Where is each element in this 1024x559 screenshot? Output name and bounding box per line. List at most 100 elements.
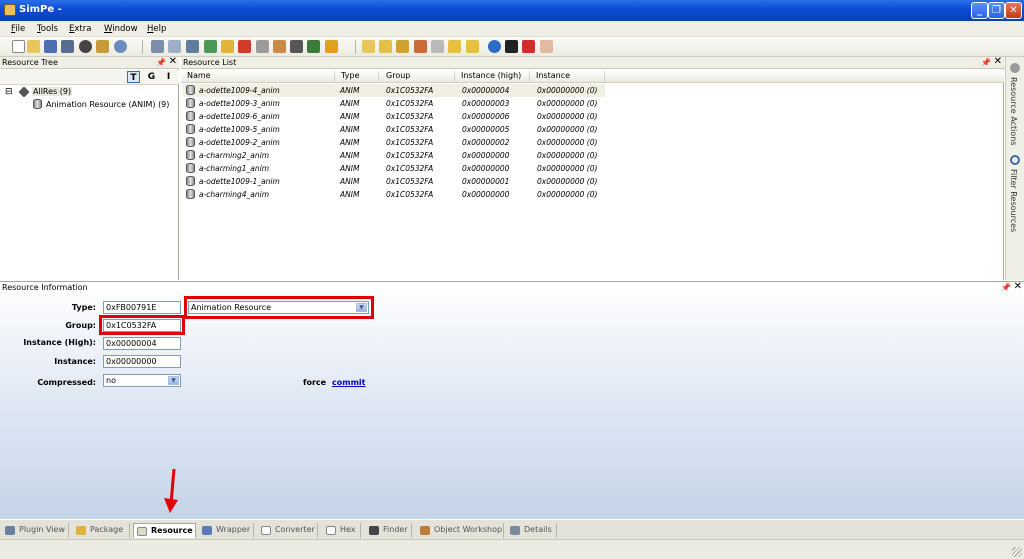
- table-row[interactable]: a-charming1_anim ANIM 0x1C0532FA 0x00000000…: [183, 162, 605, 175]
- force-label: force: [303, 378, 327, 387]
- table-row[interactable]: a-odette1009-6_anim ANIM 0x1C0532FA 0x00000…: [183, 110, 605, 123]
- compressed-label: Compressed:: [37, 378, 96, 387]
- gear-icon[interactable]: [1010, 63, 1020, 73]
- open-folder-icon[interactable]: [27, 40, 40, 53]
- archive-icon[interactable]: [396, 40, 409, 53]
- table-row[interactable]: a-odette1009-5_anim ANIM 0x1C0532FA 0x00000…: [183, 123, 605, 136]
- compressed-select[interactable]: no ▼: [103, 374, 181, 387]
- table-cell-instance-high: 0x00000000: [462, 164, 510, 173]
- folder-icon[interactable]: [362, 40, 375, 53]
- note-edit-icon[interactable]: [466, 40, 479, 53]
- settings-icon[interactable]: [114, 40, 127, 53]
- menu-file[interactable]: File: [11, 24, 25, 34]
- maximize-button[interactable]: ❐: [988, 2, 1005, 19]
- remove-icon[interactable]: [414, 40, 427, 53]
- resize-grip-icon[interactable]: [1012, 547, 1022, 557]
- close-button[interactable]: ✕: [1005, 2, 1022, 19]
- chevron-down-icon[interactable]: ▼: [168, 376, 179, 385]
- menu-tools[interactable]: Tools: [37, 24, 58, 34]
- sort-by-instance-button[interactable]: I: [162, 71, 175, 83]
- window-title: SimPe -: [19, 4, 62, 15]
- table-cell-instance: 0x00000000 (0): [537, 86, 598, 95]
- comment-icon[interactable]: [431, 40, 444, 53]
- new-file-icon[interactable]: [12, 40, 25, 53]
- hat-icon[interactable]: [505, 40, 518, 53]
- clear-icon[interactable]: [522, 40, 535, 53]
- table-row[interactable]: a-odette1009-4_anim ANIM 0x1C0532FA 0x00000…: [183, 84, 605, 97]
- tab-resource[interactable]: Resource: [133, 523, 196, 538]
- tree-child-item[interactable]: Animation Resource (ANIM) (9): [46, 100, 169, 109]
- table-row[interactable]: a-charming2_anim ANIM 0x1C0532FA 0x00000000…: [183, 149, 605, 162]
- scan-icon[interactable]: [186, 40, 199, 53]
- report-icon[interactable]: [168, 40, 181, 53]
- delete-icon[interactable]: [238, 40, 251, 53]
- toolbar: [0, 37, 1024, 57]
- panel-close-icon[interactable]: ✕: [1014, 281, 1022, 293]
- camera-icon[interactable]: [290, 40, 303, 53]
- cut-icon[interactable]: [256, 40, 269, 53]
- tool-icon[interactable]: [221, 40, 234, 53]
- tab-label: Plugin View: [19, 525, 66, 534]
- plugin-icon[interactable]: [96, 40, 109, 53]
- list-column-headers: Name Type Group Instance (high) Instance: [181, 70, 1004, 83]
- cells-icon[interactable]: [204, 40, 217, 53]
- save-as-icon[interactable]: [61, 40, 74, 53]
- panel-close-icon[interactable]: ✕: [994, 56, 1002, 68]
- instance-field[interactable]: 0x00000000: [103, 355, 181, 368]
- tree-root-item[interactable]: AllRes (9): [32, 87, 73, 96]
- tab-hex[interactable]: Hex: [323, 523, 361, 538]
- resource-list-header: Resource List 📌 ✕: [181, 56, 1004, 69]
- column-header-instance[interactable]: Instance: [532, 71, 605, 82]
- tab-finder[interactable]: Finder: [366, 523, 412, 538]
- resource-file-icon: [186, 163, 195, 173]
- panel-close-icon[interactable]: ✕: [169, 56, 177, 68]
- column-header-group[interactable]: Group: [382, 71, 455, 82]
- minimize-button[interactable]: _: [971, 2, 988, 19]
- refresh-icon[interactable]: [488, 40, 501, 53]
- table-row[interactable]: a-odette1009-2_anim ANIM 0x1C0532FA 0x00000…: [183, 136, 605, 149]
- sort-by-type-button[interactable]: T: [127, 71, 140, 83]
- column-header-name[interactable]: Name: [183, 71, 335, 82]
- menu-extra[interactable]: Extra: [69, 24, 91, 34]
- pin-icon[interactable]: 📌: [1001, 282, 1011, 294]
- table-cell-type: ANIM: [340, 99, 360, 108]
- table-row[interactable]: a-odette1009-1_anim ANIM 0x1C0532FA 0x00000…: [183, 175, 605, 188]
- eraser-icon[interactable]: [540, 40, 553, 53]
- column-header-instance-high[interactable]: Instance (high): [457, 71, 530, 82]
- sort-by-group-button[interactable]: G: [145, 71, 158, 83]
- menu-window[interactable]: Window: [104, 24, 138, 34]
- resource-information-title: Resource Information: [2, 283, 88, 292]
- type-field[interactable]: 0xFB00791E: [103, 301, 181, 314]
- search-icon[interactable]: [1010, 155, 1020, 165]
- tab-details[interactable]: Details: [507, 523, 557, 538]
- tab-converter[interactable]: Converter: [258, 523, 318, 538]
- table-cell-group: 0x1C0532FA: [386, 138, 434, 147]
- menu-help[interactable]: Help: [147, 24, 166, 34]
- table-cell-type: ANIM: [340, 177, 360, 186]
- bulb-icon[interactable]: [325, 40, 338, 53]
- tree-icon[interactable]: [307, 40, 320, 53]
- tree-expander[interactable]: ⊟: [5, 87, 13, 97]
- open-folder-icon-2[interactable]: [379, 40, 392, 53]
- converter-icon: [261, 526, 271, 535]
- plugin-view-icon: [5, 526, 15, 535]
- filter-resources-tab[interactable]: Filter Resources: [1009, 169, 1018, 232]
- pin-icon[interactable]: 📌: [981, 57, 991, 69]
- pin-icon[interactable]: 📌: [156, 57, 166, 69]
- note-icon[interactable]: [448, 40, 461, 53]
- tab-wrapper[interactable]: Wrapper: [199, 523, 254, 538]
- table-row[interactable]: a-charming4_anim ANIM 0x1C0532FA 0x00000000…: [183, 188, 605, 201]
- instance-high-field[interactable]: 0x00000004: [103, 337, 181, 350]
- save-icon[interactable]: [44, 40, 57, 53]
- table-cell-type: ANIM: [340, 112, 360, 121]
- tab-object-workshop[interactable]: Object Workshop: [417, 523, 504, 538]
- import-icon[interactable]: [273, 40, 286, 53]
- table-row[interactable]: a-odette1009-3_anim ANIM 0x1C0532FA 0x00000…: [183, 97, 605, 110]
- package-icon[interactable]: [151, 40, 164, 53]
- resource-actions-tab[interactable]: Resource Actions: [1009, 77, 1018, 145]
- tab-package[interactable]: Package: [73, 523, 130, 538]
- commit-link[interactable]: commit: [332, 378, 365, 387]
- close-package-icon[interactable]: [79, 40, 92, 53]
- column-header-type[interactable]: Type: [337, 71, 379, 82]
- tab-plugin-view[interactable]: Plugin View: [2, 523, 69, 538]
